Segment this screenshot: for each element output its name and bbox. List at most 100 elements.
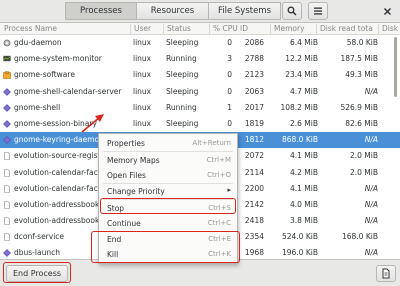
cell-user: linux [133, 70, 152, 80]
menu-item-memory-maps[interactable]: Memory Maps Ctrl+M [99, 154, 237, 166]
close-icon [383, 7, 391, 15]
cell-status: Sleeping [166, 118, 199, 128]
submenu-arrow-icon: ▸ [227, 186, 231, 194]
search-icon [287, 6, 297, 16]
cell-id: 2142 [244, 199, 264, 209]
cell-cpu: 0 [227, 118, 232, 128]
cell-disk-read: N/A [364, 199, 378, 209]
menu-item-accel: Ctrl+O [207, 171, 231, 179]
properties-button[interactable] [376, 265, 396, 282]
menu-item-label: Properties [107, 139, 145, 148]
cell-user: linux [133, 54, 152, 64]
doc-icon [3, 152, 11, 161]
window-close-button[interactable] [378, 2, 396, 20]
menu-item-open-files[interactable]: Open Files Ctrl+O [99, 169, 237, 181]
table-row[interactable]: gnome-session-binary linux Sleeping 0 1819 2.… [0, 116, 400, 132]
menu-item-label: Open Files [107, 171, 146, 180]
process-diamond-icon [3, 120, 11, 128]
cell-cpu: 1 [227, 102, 232, 112]
cell-id: 2354 [244, 232, 264, 242]
cell-user: linux [133, 38, 152, 47]
cell-status: Sleeping [166, 70, 199, 80]
cell-process-name: gnome-session-binary [14, 118, 97, 128]
column-header-disk-read[interactable]: Disk read tota [316, 24, 373, 34]
menu-item-continue[interactable]: Continue Ctrl+C [99, 217, 237, 229]
view-switcher: Processes Resources File Systems [65, 2, 281, 20]
menu-item-accel: Ctrl+M [206, 156, 231, 164]
tab-file-systems[interactable]: File Systems [209, 2, 281, 20]
cell-status: Running [166, 102, 197, 112]
scrollbar-thumb[interactable] [394, 37, 397, 97]
cell-process-name: gdu-daemon [14, 38, 62, 47]
menu-item-label: Memory Maps [107, 156, 160, 165]
menu-item-change-priority[interactable]: Change Priority ▸ [99, 185, 237, 197]
table-row[interactable]: gdu-daemon linux Sleeping 0 2086 6.4 MiB 58.0 … [0, 35, 400, 51]
cell-status: Sleeping [166, 86, 199, 96]
menu-item-properties[interactable]: Properties Alt+Return [99, 137, 237, 149]
cell-memory: 4.7 MiB [289, 86, 318, 96]
column-header-process-name[interactable]: Process Name [4, 24, 57, 33]
cell-id: 2788 [244, 54, 264, 64]
column-header-id[interactable]: ID [240, 24, 248, 33]
cell-process-name: gnome-system-monitor [14, 54, 102, 64]
tab-resources[interactable]: Resources [137, 2, 209, 20]
column-header-status[interactable]: Status [163, 24, 191, 34]
cell-memory: 4.0 MiB [289, 199, 318, 209]
doc-icon [3, 201, 11, 209]
table-row[interactable]: gnome-system-monitor linux Running 3 2788 12.… [0, 51, 400, 67]
cell-id: 2114 [244, 167, 264, 177]
table-row[interactable]: gnome-software linux Sleeping 0 2123 23.4 MiB… [0, 67, 400, 83]
cell-process-name: gnome-shell-calendar-server [14, 86, 122, 96]
cell-memory: 108.2 MiB [280, 102, 318, 112]
properties-document-icon [382, 268, 390, 279]
column-header-user[interactable]: User [130, 24, 151, 34]
cell-user: linux [133, 118, 152, 128]
cell-cpu: 0 [227, 86, 232, 96]
cell-status: Running [166, 54, 197, 64]
cell-memory: 524.0 KiB [281, 232, 318, 242]
cell-disk-read: N/A [364, 216, 378, 226]
annotation-highlight-end-kill [91, 231, 240, 263]
cell-memory: 4.1 MiB [289, 151, 318, 161]
cell-disk-read: 187.5 MiB [340, 54, 378, 64]
search-button[interactable] [282, 2, 302, 20]
column-header-cpu[interactable]: % CPU [209, 24, 238, 34]
menu-button[interactable] [308, 2, 328, 20]
cell-disk-read: 2.0 MiB [349, 151, 378, 161]
cell-process-name: gnome-software [14, 70, 75, 80]
cell-memory: 23.4 MiB [285, 70, 318, 80]
process-diamond-icon [3, 87, 11, 96]
doc-icon [3, 233, 11, 242]
process-diamond-icon [3, 103, 11, 112]
cell-id: 2063 [244, 86, 264, 96]
annotation-arrow-icon [81, 114, 104, 133]
cell-disk-read: 526.9 MiB [340, 102, 378, 112]
column-header-memory[interactable]: Memory [270, 24, 305, 34]
cell-id: 2200 [244, 183, 264, 193]
doc-icon [3, 217, 11, 225]
monitor-icon [3, 55, 11, 63]
menu-item-label: Change Priority [107, 187, 165, 196]
cell-cpu: 0 [227, 38, 232, 47]
table-row[interactable]: gnome-shell linux Running 1 2017 108.2 MiB 526… [0, 100, 400, 116]
cell-disk-read: N/A [364, 248, 378, 258]
cell-cpu: 0 [227, 70, 232, 80]
hamburger-menu-icon [314, 7, 322, 15]
cell-id: 2072 [244, 151, 264, 161]
table-row[interactable]: gnome-shell-calendar-server linux Sleeping… [0, 84, 400, 100]
cell-disk-read: 82.6 MiB [345, 118, 378, 128]
tab-processes[interactable]: Processes [65, 2, 137, 20]
cell-process-name: gnome-shell [14, 102, 61, 112]
table-header: Process Name User Status % CPU ID Memory… [0, 23, 400, 35]
cell-disk-read: N/A [364, 183, 378, 193]
doc-icon [3, 168, 11, 177]
cell-user: linux [133, 86, 152, 96]
cell-id: 2418 [244, 216, 264, 226]
cell-memory: 868.0 KiB [281, 135, 318, 145]
cell-disk-read: 168.0 KiB [341, 232, 378, 242]
cell-disk-read: N/A [364, 135, 378, 145]
column-header-disk-write[interactable]: Disk [378, 24, 398, 34]
cell-disk-read: 2.0 MiB [349, 167, 378, 177]
cell-id: 2086 [244, 38, 264, 47]
cell-memory: 3.8 MiB [289, 216, 318, 226]
